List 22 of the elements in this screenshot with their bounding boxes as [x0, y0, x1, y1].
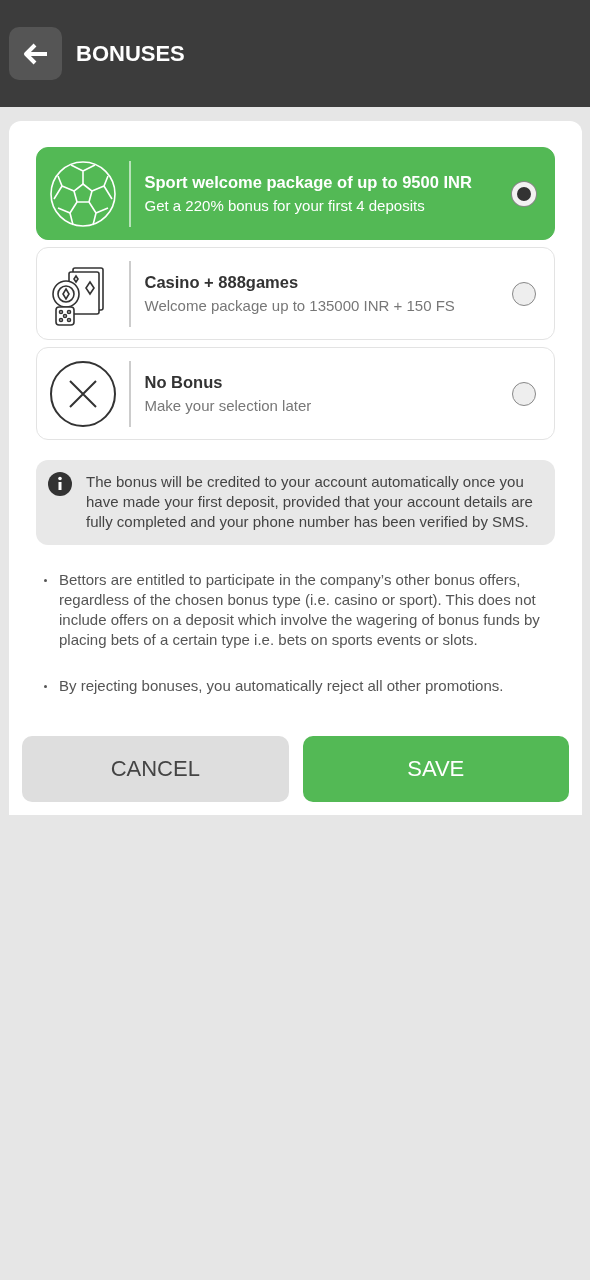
note-text: By rejecting bonuses, you automatically reject all other promotions. — [59, 676, 504, 696]
info-icon — [48, 472, 72, 496]
note-text: Bettors are entitled to participate in the company’s other bonus offers, regardless of the chosen bonus type (i.e. casino or sport). This does not include offers on a deposit which involve the wagering of bonus funds by placing bets of a certain type i.e. bets on sports events or slots. — [59, 570, 541, 650]
option-title: Casino + 888games — [144, 273, 300, 292]
soccer-ball-icon — [49, 159, 117, 228]
cancel-button[interactable]: CANCEL — [22, 736, 289, 802]
option-description: Make your selection later — [144, 397, 313, 414]
page-title: BONUSES — [76, 40, 185, 67]
option-title: No Bonus — [144, 373, 224, 392]
back-button[interactable] — [9, 27, 62, 80]
radio-button[interactable] — [512, 381, 536, 406]
radio-button[interactable] — [512, 281, 536, 306]
info-text: The bonus will be credited to your account automatically once you have made your first deposit, provided that your account details are fully completed and your phone number has been verified by SMS. — [86, 472, 534, 532]
option-description: Get a 220% bonus for your first 4 deposits — [144, 197, 426, 214]
option-title: Sport welcome package of up to 9500 INR — [144, 173, 473, 192]
option-description: Welcome package up to 135000 INR + 150 FS — [144, 297, 456, 314]
back-arrow-icon — [22, 42, 49, 65]
bonus-option[interactable]: Casino + 888games Welcome package up to 135000 INR + 150 FS — [36, 247, 555, 340]
bonus-option[interactable]: No Bonus Make your selection later — [36, 347, 555, 440]
bullet-icon — [44, 579, 47, 582]
close-circle-icon — [49, 359, 117, 428]
bullet-icon — [44, 685, 47, 688]
